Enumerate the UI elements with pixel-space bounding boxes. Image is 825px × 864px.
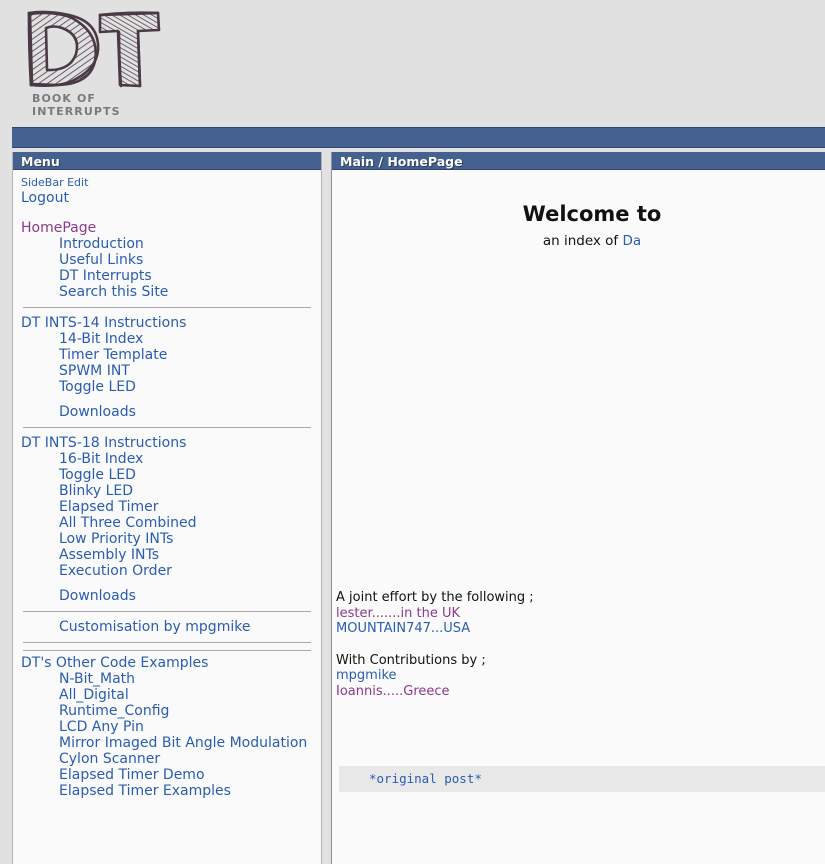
sidebar-item-cylon-scanner[interactable]: Cylon Scanner xyxy=(13,751,321,767)
page-root: BOOK OF INTERRUPTS Menu SideBar Edit Logo… xyxy=(0,0,825,864)
sidebar-item-all-digital[interactable]: All_Digital xyxy=(13,687,321,703)
credits-block: A joint effort by the following ; lester… xyxy=(336,590,534,699)
author-link-lester[interactable]: lester.......in the UK xyxy=(336,606,460,621)
sidebar-menu: SideBar Edit Logout HomePage Introduction Us… xyxy=(13,170,321,799)
menu-divider xyxy=(23,611,311,612)
sidebar-item-downloads[interactable]: Downloads xyxy=(13,588,321,604)
page-subtitle-link[interactable]: Da xyxy=(622,233,641,249)
sidebar-item-n-bit-math[interactable]: N-Bit_Math xyxy=(13,671,321,687)
menu-divider xyxy=(23,650,311,651)
main-panel: Main / HomePage Welcome to an index of D… xyxy=(331,152,825,864)
sidebar-item-16-bit-index[interactable]: 16-Bit Index xyxy=(13,451,321,467)
sidebar-item-customisation-by-mpgmike[interactable]: Customisation by mpgmike xyxy=(13,619,321,635)
top-blue-bar xyxy=(12,127,825,148)
sidebar-item-downloads[interactable]: Downloads xyxy=(13,404,321,420)
credits-gap xyxy=(336,637,534,653)
menu-spacer xyxy=(13,579,321,588)
sidebar-item-14-bit-index[interactable]: 14-Bit Index xyxy=(13,331,321,347)
code-block: *original post* xyxy=(339,766,825,792)
sidebar-item-homepage[interactable]: HomePage xyxy=(13,220,321,236)
contributor-link-ioannis[interactable]: Ioannis.....Greece xyxy=(336,684,450,699)
sidebar-item-spwm-int[interactable]: SPWM INT xyxy=(13,363,321,379)
sidebar-item-toggle-led[interactable]: Toggle LED xyxy=(13,379,321,395)
sidebar-item-sidebar-edit[interactable]: SideBar Edit xyxy=(13,176,321,190)
sidebar-item-dt-ints-18-instructions[interactable]: DT INTS-18 Instructions xyxy=(13,435,321,451)
site-logo[interactable]: BOOK OF INTERRUPTS xyxy=(12,4,172,118)
sidebar-panel: Menu SideBar Edit Logout HomePage Introduct… xyxy=(12,152,322,864)
page-subtitle: an index of Da xyxy=(332,233,825,249)
hand-drawn-dt-logo-icon xyxy=(27,10,161,88)
sidebar-title: Menu xyxy=(13,152,321,170)
menu-spacer xyxy=(13,395,321,404)
author-link-mountain747[interactable]: MOUNTAIN747...USA xyxy=(336,621,470,636)
sidebar-item-dt-interrupts[interactable]: DT Interrupts xyxy=(13,268,321,284)
sidebar-item-low-priority-ints[interactable]: Low Priority INTs xyxy=(13,531,321,547)
sidebar-item-dt-s-other-code-examples[interactable]: DT's Other Code Examples xyxy=(13,655,321,671)
contributions-label: With Contributions by ; xyxy=(336,652,486,668)
sidebar-item-toggle-led[interactable]: Toggle LED xyxy=(13,467,321,483)
contributor-link-1: Ioannis.....Greece xyxy=(336,684,534,700)
sidebar-item-assembly-ints[interactable]: Assembly INTs xyxy=(13,547,321,563)
sidebar-item-elapsed-timer-examples[interactable]: Elapsed Timer Examples xyxy=(13,783,321,799)
menu-divider xyxy=(23,642,311,643)
sidebar-item-all-three-combined[interactable]: All Three Combined xyxy=(13,515,321,531)
page-title: Welcome to xyxy=(522,202,662,226)
sidebar-item-introduction[interactable]: Introduction xyxy=(13,236,321,252)
sidebar-item-timer-template[interactable]: Timer Template xyxy=(13,347,321,363)
logo-subtitle: BOOK OF INTERRUPTS xyxy=(32,92,121,118)
sidebar-item-elapsed-timer[interactable]: Elapsed Timer xyxy=(13,499,321,515)
menu-divider xyxy=(23,427,311,428)
sidebar-item-dt-ints-14-instructions[interactable]: DT INTS-14 Instructions xyxy=(13,315,321,331)
sidebar-item-useful-links[interactable]: Useful Links xyxy=(13,252,321,268)
contributor-link-0: mpgmike xyxy=(336,668,534,684)
menu-divider xyxy=(23,307,311,308)
author-link-1: MOUNTAIN747...USA xyxy=(336,621,534,637)
menu-spacer xyxy=(13,206,321,220)
sidebar-item-search-this-site[interactable]: Search this Site xyxy=(13,284,321,300)
main-content: Welcome to an index of Da A joint effort… xyxy=(332,202,825,792)
site-header: BOOK OF INTERRUPTS xyxy=(0,0,825,118)
main-breadcrumb: Main / HomePage xyxy=(332,152,825,170)
page-subtitle-prefix: an index of xyxy=(542,233,623,249)
sidebar-item-blinky-led[interactable]: Blinky LED xyxy=(13,483,321,499)
author-link-0: lester.......in the UK xyxy=(336,606,534,622)
sidebar-item-execution-order[interactable]: Execution Order xyxy=(13,563,321,579)
sidebar-item-runtime-config[interactable]: Runtime_Config xyxy=(13,703,321,719)
sidebar-item-logout[interactable]: Logout xyxy=(13,190,321,206)
joint-effort-label: A joint effort by the following ; xyxy=(336,590,534,605)
sidebar-item-elapsed-timer-demo[interactable]: Elapsed Timer Demo xyxy=(13,767,321,783)
sidebar-item-mirror-imaged-bit-angle-modulation[interactable]: Mirror Imaged Bit Angle Modulation xyxy=(13,735,321,751)
contributor-link-mpgmike[interactable]: mpgmike xyxy=(336,668,397,683)
sidebar-item-lcd-any-pin[interactable]: LCD Any Pin xyxy=(13,719,321,735)
